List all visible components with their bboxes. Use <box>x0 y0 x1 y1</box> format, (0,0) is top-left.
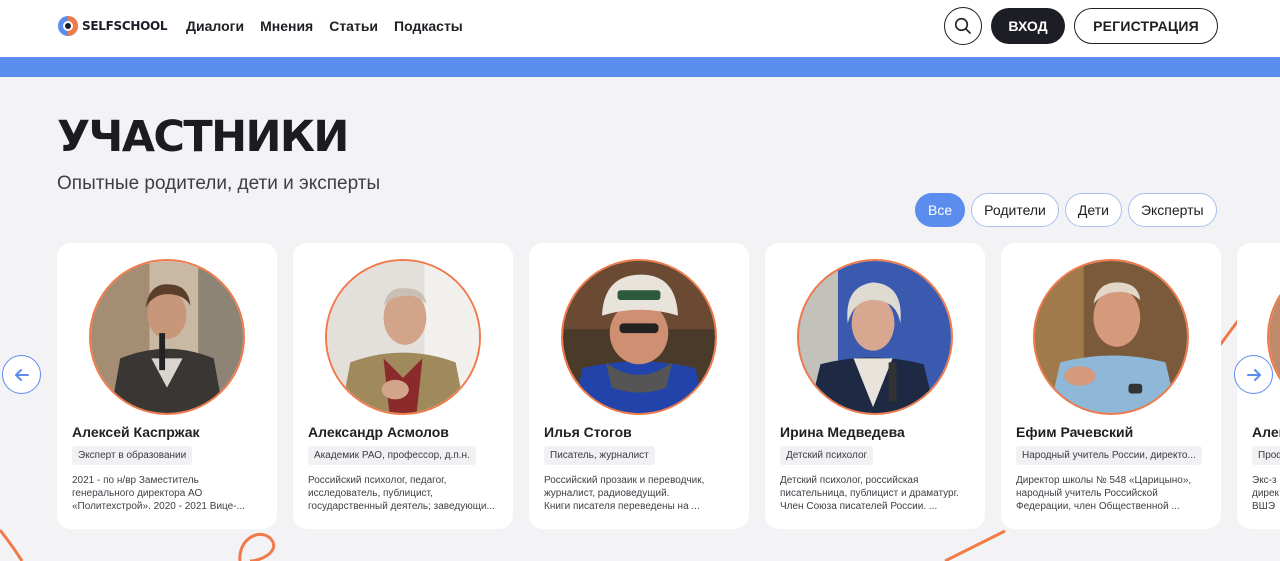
logo[interactable]: SELFSCHOOL <box>57 15 168 37</box>
logo-text: SELFSCHOOL <box>82 19 168 33</box>
participant-card[interactable]: Алексей Каспржак Эксперт в образовании 2… <box>57 243 277 529</box>
arrow-right-icon <box>1246 368 1261 381</box>
site-header: SELFSCHOOL Диалоги Мнения Статьи Подкаст… <box>0 0 1280 57</box>
arrow-left-icon <box>14 368 29 381</box>
participant-card[interactable]: Ефим Рачевский Народный учитель России, … <box>1001 243 1221 529</box>
main-nav: Диалоги Мнения Статьи Подкасты <box>186 18 463 34</box>
nav-item-dialogs[interactable]: Диалоги <box>186 18 244 34</box>
filter-all[interactable]: Все <box>915 193 966 227</box>
register-button[interactable]: РЕГИСТРАЦИЯ <box>1074 8 1218 44</box>
participant-role-badge: Народный учитель России, директо... <box>1016 446 1202 465</box>
carousel-prev-button[interactable] <box>2 355 41 394</box>
participant-description: Директор школы № 548 «Царицыно», народный… <box>1016 475 1192 512</box>
avatar <box>89 259 245 415</box>
participant-role-badge: Детский психолог <box>780 446 874 465</box>
participant-name: Алек <box>1252 424 1280 440</box>
participant-name: Алексей Каспржак <box>72 424 200 440</box>
logo-mark-icon <box>57 15 79 37</box>
participant-name: Илья Стогов <box>544 424 632 440</box>
participant-role-badge: Эксперт в образовании <box>72 446 193 465</box>
search-icon <box>954 17 971 34</box>
participant-description: Экс-з дирек ВШЭ <box>1252 475 1279 512</box>
avatar <box>1267 259 1280 415</box>
carousel-next-button[interactable] <box>1234 355 1273 394</box>
participant-description: Российский прозаик и переводчик, журналис… <box>544 475 705 512</box>
participant-card[interactable]: Илья Стогов Писатель, журналист Российск… <box>529 243 749 529</box>
nav-item-podcasts[interactable]: Подкасты <box>394 18 463 34</box>
participant-card[interactable]: Александр Асмолов Академик РАО, профессо… <box>293 243 513 529</box>
participant-description: Детский психолог, российская писательница… <box>780 475 959 512</box>
search-button[interactable] <box>944 7 982 45</box>
filter-parents[interactable]: Родители <box>971 193 1059 227</box>
avatar <box>1033 259 1189 415</box>
participant-card[interactable]: Ирина Медведева Детский психолог Детский… <box>765 243 985 529</box>
avatar <box>561 259 717 415</box>
participant-role-badge: Писатель, журналист <box>544 446 655 465</box>
nav-item-articles[interactable]: Статьи <box>329 18 378 34</box>
participant-description: Российский психолог, педагог, исследовате… <box>308 475 495 512</box>
participant-description: 2021 - по н/вр Заместитель генерального д… <box>72 475 245 512</box>
participant-name: Александр Асмолов <box>308 424 449 440</box>
filter-tabs: Все Родители Дети Эксперты <box>915 193 1217 227</box>
participant-name: Ирина Медведева <box>780 424 905 440</box>
filter-children[interactable]: Дети <box>1064 193 1122 227</box>
avatar <box>797 259 953 415</box>
nav-item-opinions[interactable]: Мнения <box>260 18 313 34</box>
participant-role-badge: Академик РАО, профессор, д.п.н. <box>308 446 476 465</box>
participant-name: Ефим Рачевский <box>1016 424 1134 440</box>
participant-role-badge: Проф <box>1252 446 1280 465</box>
header-accent-band <box>0 57 1280 77</box>
page-title: УЧАСТНИКИ <box>57 112 349 162</box>
login-button[interactable]: ВХОД <box>991 8 1065 44</box>
page-subtitle: Опытные родители, дети и эксперты <box>57 173 381 194</box>
avatar <box>325 259 481 415</box>
filter-experts[interactable]: Эксперты <box>1127 193 1217 227</box>
